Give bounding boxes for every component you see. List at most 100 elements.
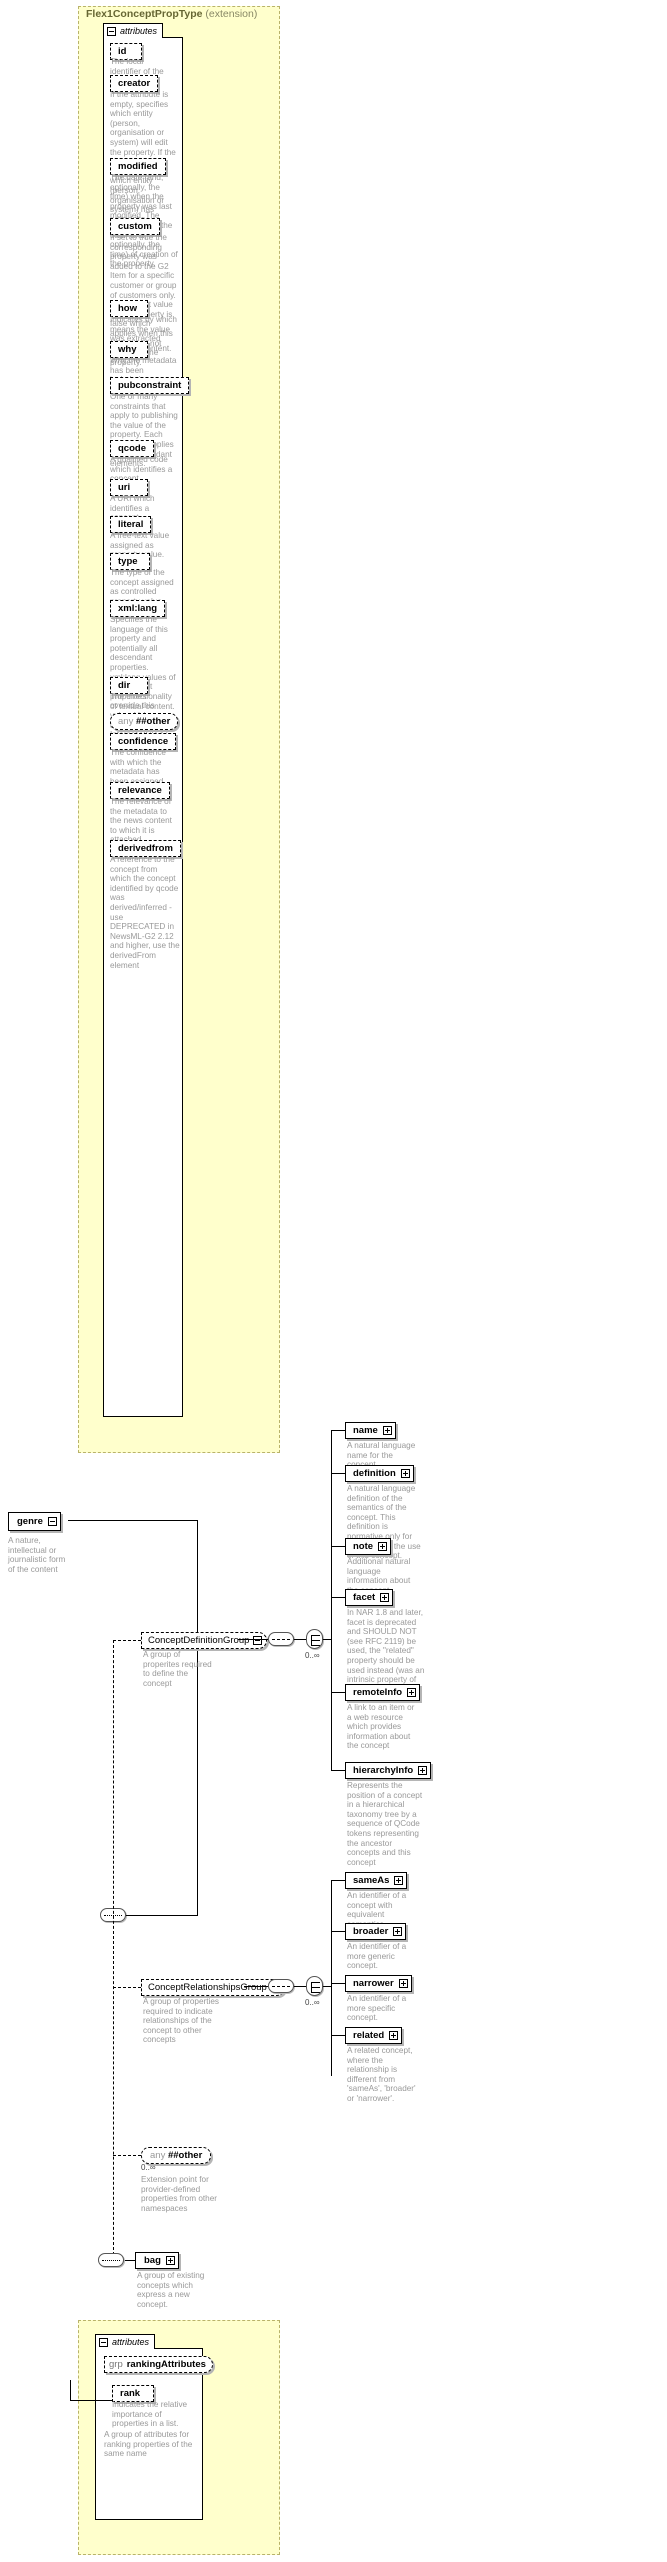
- element-related[interactable]: related: [345, 2027, 403, 2044]
- plus-expander-icon[interactable]: [398, 1979, 408, 1988]
- plus-expander-icon[interactable]: [389, 2031, 399, 2040]
- connector-cdg-choice-right: [323, 1639, 331, 1640]
- element-remoteinfo[interactable]: remoteInfo: [345, 1684, 421, 1701]
- choice-icon-crg: [306, 1976, 323, 1996]
- cardinality-crg: 0..∞: [305, 1998, 320, 2007]
- attribute-any-other[interactable]: any ##other: [110, 713, 179, 730]
- connector-genre-down: [197, 1520, 198, 1916]
- group-conceptrelationshipsgroup-desc: A group of properties required to indica…: [143, 1997, 220, 2045]
- attribute-label: xml:lang: [118, 603, 158, 614]
- attribute-dir-desc: The directionality of textual content.: [110, 692, 175, 711]
- connector-crg-out: [244, 1986, 268, 1987]
- cardinality-cdg: 0..∞: [305, 1651, 320, 1660]
- connector-backbone: [113, 1640, 114, 2260]
- connector-bottom-vertical: [70, 2380, 71, 2400]
- plus-expander-icon[interactable]: [393, 1927, 403, 1936]
- element-label: note: [353, 1541, 374, 1552]
- minus-expander-icon[interactable]: [99, 2337, 108, 2347]
- attribute-derivedfrom-desc: A reference to the concept from which th…: [110, 855, 180, 970]
- attribute-label: custom: [118, 221, 152, 232]
- element-label: broader: [353, 1926, 389, 1937]
- plus-expander-icon[interactable]: [380, 1593, 390, 1602]
- element-label: related: [353, 2030, 385, 2041]
- connector-crg-children: [331, 1880, 332, 2076]
- plus-expander-icon[interactable]: [418, 1766, 428, 1775]
- element-label: remoteInfo: [353, 1687, 403, 1698]
- element-facet-desc: In NAR 1.8 and later, facet is deprecate…: [347, 1608, 425, 1694]
- element-label: definition: [353, 1468, 396, 1479]
- group-conceptdefinitiongroup[interactable]: ConceptDefinitionGroup: [141, 1632, 268, 1649]
- group-rankingattributes[interactable]: grp rankingAttributes: [104, 2356, 213, 2373]
- connector-cdg-children: [331, 1430, 332, 1770]
- group-rankingattributes-desc: A group of attributes for ranking proper…: [104, 2430, 193, 2459]
- element-sameas[interactable]: sameAs: [345, 1872, 408, 1889]
- element-genre-label: genre: [17, 1516, 43, 1527]
- choice-bar-1: [311, 1982, 320, 1983]
- choice-bar-2: [311, 1640, 320, 1641]
- attributes-tab[interactable]: attributes: [103, 23, 164, 38]
- attribute-confidence-desc: The confidence with which the metadata h…: [110, 748, 166, 786]
- connector-child-facet: [331, 1597, 345, 1598]
- attribute-label: how: [118, 303, 137, 314]
- minus-expander-icon[interactable]: [107, 26, 116, 36]
- connector-child-broader: [331, 1931, 345, 1932]
- element-genre-desc: A nature, intellectual or journalistic f…: [8, 1536, 66, 1574]
- attribute-label: derivedfrom: [118, 843, 173, 854]
- cardinality-any-other: 0..∞: [141, 2163, 156, 2172]
- element-label: narrower: [353, 1978, 394, 1989]
- connector-cdg-out: [238, 1639, 268, 1640]
- minus-expander-icon[interactable]: [253, 1636, 263, 1645]
- connector-child-sameas: [331, 1880, 345, 1881]
- element-hierarchyinfo[interactable]: hierarchyInfo: [345, 1762, 432, 1779]
- element-facet[interactable]: facet: [345, 1589, 394, 1606]
- plus-expander-icon[interactable]: [394, 1876, 404, 1885]
- connector-seq-main-in: [126, 1915, 198, 1916]
- group-conceptrelationshipsgroup[interactable]: ConceptRelationshipsGroup: [141, 1979, 285, 1996]
- element-label: name: [353, 1425, 378, 1436]
- plus-expander-icon[interactable]: [400, 1469, 410, 1478]
- element-label: bag: [144, 2255, 161, 2266]
- element-narrower[interactable]: narrower: [345, 1975, 412, 1992]
- element-broader-desc: An identifier of a more generic concept.: [347, 1942, 407, 1971]
- connector-child-note: [331, 1546, 345, 1547]
- element-note[interactable]: note: [345, 1538, 392, 1555]
- connector-child-related: [331, 2035, 345, 2036]
- element-definition[interactable]: definition: [345, 1465, 414, 1482]
- connector-genre-out: [68, 1520, 198, 1521]
- wildcard-any-other[interactable]: any ##other: [141, 2147, 212, 2164]
- attributes-tab-label: attributes: [120, 26, 158, 36]
- attribute-label: confidence: [118, 736, 169, 747]
- connector-crg-seq-out: [294, 1986, 306, 1987]
- choice-bar-1: [311, 1635, 320, 1636]
- attribute-label: literal: [118, 519, 144, 530]
- choice-icon-cdg: [306, 1629, 323, 1649]
- minus-expander-icon[interactable]: [47, 1517, 57, 1526]
- element-genre[interactable]: genre: [8, 1512, 61, 1531]
- element-name[interactable]: name: [345, 1422, 396, 1439]
- choice-bar-3: [311, 1645, 320, 1646]
- element-label: facet: [353, 1592, 376, 1603]
- plus-expander-icon[interactable]: [407, 1688, 417, 1697]
- attribute-label: why: [118, 344, 137, 355]
- choice-bar-3: [311, 1992, 320, 1993]
- plus-expander-icon[interactable]: [382, 1426, 392, 1435]
- type-title: Flex1ConceptPropType (extension): [86, 8, 257, 20]
- bottom-attributes-tab[interactable]: attributes: [95, 2334, 156, 2349]
- any-namespace: ##other: [167, 2150, 203, 2161]
- type-title-extension: (extension): [205, 8, 258, 20]
- element-hierarchyinfo-desc: Represents the position of a concept in …: [347, 1781, 423, 1867]
- attribute-label: qcode: [118, 443, 146, 454]
- plus-expander-icon[interactable]: [378, 1542, 388, 1551]
- attribute-label: modified: [118, 161, 158, 172]
- connector-child-name: [331, 1430, 345, 1431]
- group-conceptdefinitiongroup-desc: A group of properites required to define…: [143, 1650, 212, 1688]
- plus-expander-icon[interactable]: [165, 2256, 175, 2265]
- sequence-icon-crg: [268, 1979, 294, 1993]
- xsd-diagram-canvas: Flex1ConceptPropType (extension) attribu…: [0, 0, 667, 2562]
- connector-bottom-horizontal: [70, 2400, 112, 2401]
- attribute-label: rank: [120, 2388, 141, 2399]
- element-broader[interactable]: broader: [345, 1923, 407, 1940]
- element-bag[interactable]: bag: [135, 2252, 179, 2269]
- attribute-relevance-desc: The relevance of the metadata to the new…: [110, 797, 172, 844]
- group-label: ConceptRelationshipsGroup: [148, 1982, 267, 1993]
